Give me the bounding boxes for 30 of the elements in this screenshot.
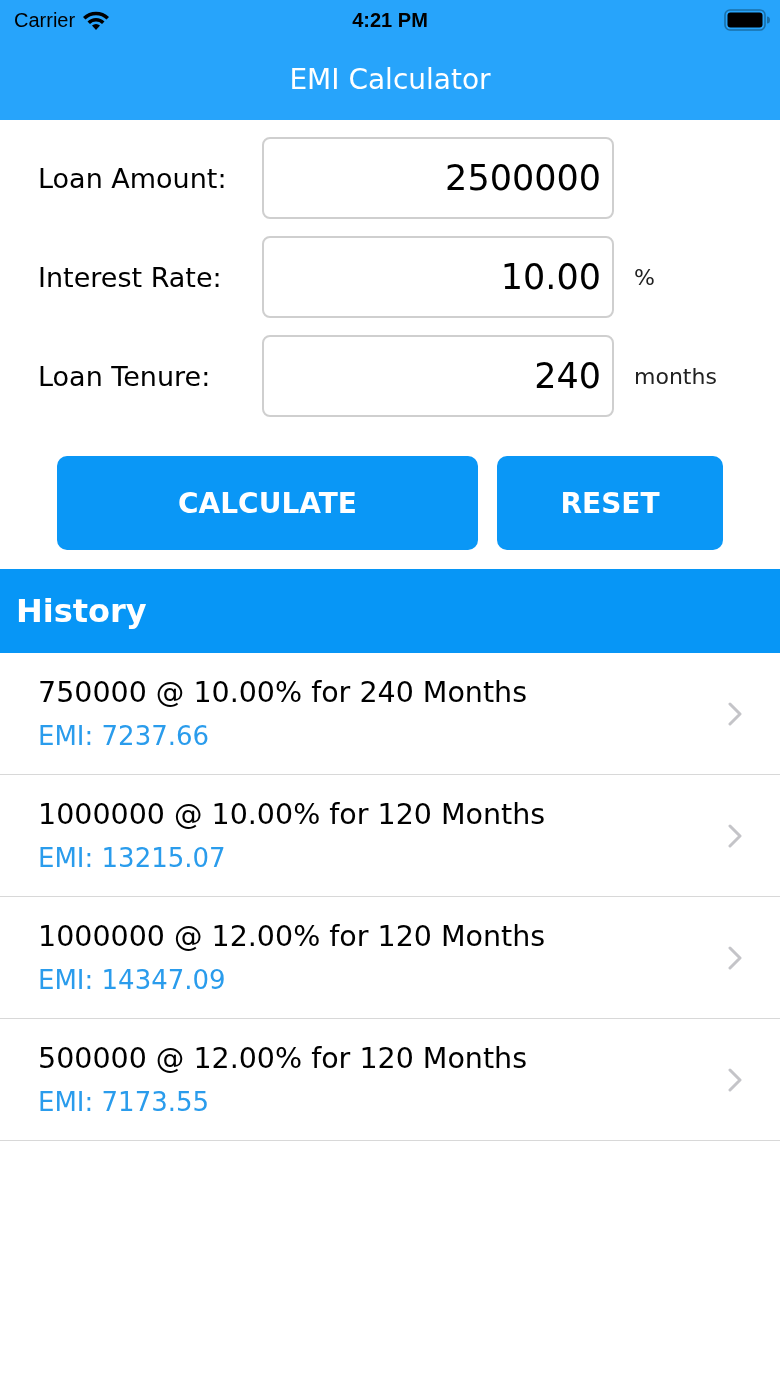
chevron-right-icon [728, 701, 742, 726]
row-title: 1000000 @ 12.00% for 120 Months [38, 918, 546, 955]
section-title: History [16, 592, 147, 630]
battery-icon [724, 9, 770, 31]
carrier-name: Carrier [14, 8, 76, 32]
wifi-icon [83, 10, 110, 30]
input-field[interactable]: 2500000 [262, 137, 614, 219]
row-title: 500000 @ 12.00% for 120 Months [38, 1040, 528, 1077]
emi-value: EMI: 14347.09 [38, 963, 227, 997]
input-field[interactable]: 10.00 [262, 236, 614, 318]
row-title: 750000 @ 10.00% for 240 Months [38, 674, 528, 711]
emi-value: EMI: 13215.07 [38, 841, 227, 875]
emi-value: EMI: 7237.66 [38, 719, 211, 753]
history-row[interactable]: 500000 @ 12.00% for 120 Months EMI: 7173.55 [0, 1019, 780, 1141]
field-label: Loan Tenure: [38, 360, 212, 392]
field-label: Loan Amount: [38, 162, 228, 194]
screen-title: EMI Calculator [289, 62, 491, 96]
unit-label: % [634, 264, 655, 290]
emi-value: EMI: 7173.55 [38, 1085, 211, 1119]
chevron-right-icon [728, 945, 742, 970]
history-row[interactable]: 1000000 @ 12.00% for 120 Months EMI: 14347.09 [0, 897, 780, 1019]
unit-label: months [634, 363, 717, 389]
row-title: 1000000 @ 10.00% for 120 Months [38, 796, 546, 833]
status-time: 4:21 PM [352, 8, 428, 32]
history-row[interactable]: 750000 @ 10.00% for 240 Months EMI: 7237.66 [0, 653, 780, 775]
chevron-right-icon [728, 1067, 742, 1092]
history-row[interactable]: 1000000 @ 10.00% for 120 Months EMI: 13215.07 [0, 775, 780, 897]
field-label: Interest Rate: [38, 261, 223, 293]
chevron-right-icon [728, 823, 742, 848]
input-field[interactable]: 240 [262, 335, 614, 417]
